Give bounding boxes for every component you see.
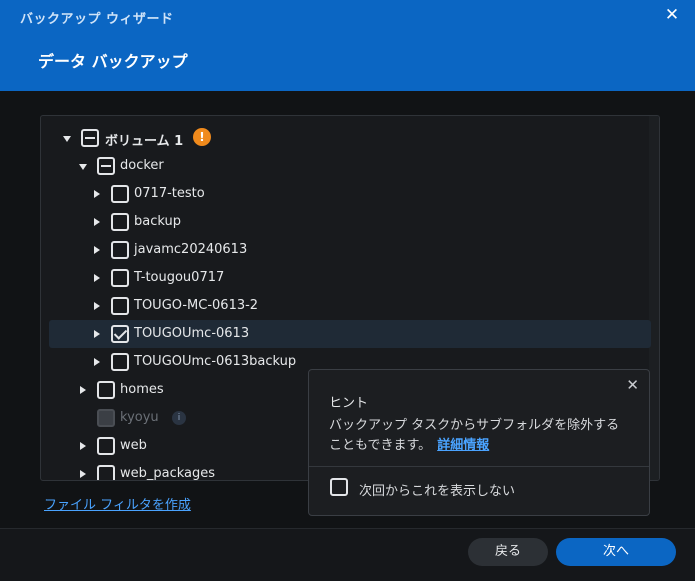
docker-label: docker xyxy=(120,158,164,173)
tree-row-selected[interactable]: TOUGOUmc-0613 xyxy=(49,320,651,348)
hint-body: バックアップ タスクからサブフォルダを除外することもできます。 詳細情報 xyxy=(329,416,629,456)
tree-row[interactable]: T-tougou0717 xyxy=(49,264,651,292)
folder-label: 0717-testo xyxy=(134,186,205,201)
folder-checkbox[interactable] xyxy=(111,269,129,287)
kyoyu-label: kyoyu xyxy=(120,410,159,425)
chevron-right-icon[interactable] xyxy=(80,470,86,478)
chevron-right-icon[interactable] xyxy=(94,218,100,226)
hint-title: ヒント xyxy=(329,396,369,411)
chevron-right-icon[interactable] xyxy=(94,274,100,282)
chevron-down-icon[interactable] xyxy=(79,164,87,170)
tree-row[interactable]: javamc20240613 xyxy=(49,236,651,264)
tree-row-volume[interactable]: ボリューム 1 ! xyxy=(49,124,651,152)
dont-show-again-checkbox[interactable] xyxy=(330,478,348,496)
tree-row[interactable]: TOUGO-MC-0613-2 xyxy=(49,292,651,320)
tree-row-docker[interactable]: docker xyxy=(49,152,651,180)
chevron-right-icon[interactable] xyxy=(94,330,100,338)
wizard-header: バックアップ ウィザード ✕ データ バックアップ xyxy=(0,0,695,91)
kyoyu-checkbox-disabled xyxy=(97,409,115,427)
docker-checkbox[interactable] xyxy=(97,157,115,175)
web-label: web xyxy=(120,438,147,453)
folder-label: T-tougou0717 xyxy=(134,270,225,285)
folder-checkbox-checked[interactable] xyxy=(111,325,129,343)
folder-checkbox[interactable] xyxy=(111,185,129,203)
folder-label: backup xyxy=(134,214,181,229)
tree-row[interactable]: 0717-testo xyxy=(49,180,651,208)
volume-checkbox[interactable] xyxy=(81,129,99,147)
create-file-filter-link[interactable]: ファイル フィルタを作成 xyxy=(44,494,191,513)
close-icon[interactable]: ✕ xyxy=(663,6,681,24)
web-packages-label: web_packages xyxy=(120,466,216,481)
dont-show-again-label: 次回からこれを表示しない xyxy=(359,484,516,499)
back-button[interactable]: 戻る xyxy=(468,538,548,566)
folder-checkbox[interactable] xyxy=(111,297,129,315)
chevron-right-icon[interactable] xyxy=(94,190,100,198)
folder-checkbox[interactable] xyxy=(111,353,129,371)
folder-label: TOUGOUmc-0613backup xyxy=(134,354,297,369)
web-checkbox[interactable] xyxy=(97,437,115,455)
folder-checkbox[interactable] xyxy=(111,241,129,259)
chevron-down-icon[interactable] xyxy=(63,136,71,142)
close-icon[interactable]: ✕ xyxy=(626,376,639,394)
chevron-right-icon[interactable] xyxy=(80,386,86,394)
chevron-right-icon[interactable] xyxy=(94,302,100,310)
divider xyxy=(309,466,649,467)
web-packages-checkbox[interactable] xyxy=(97,465,115,480)
hint-popover: ✕ ヒント バックアップ タスクからサブフォルダを除外することもできます。 詳細情… xyxy=(308,369,650,516)
page-title: データ バックアップ xyxy=(38,52,188,71)
wizard-title: バックアップ ウィザード xyxy=(20,12,174,27)
chevron-right-icon[interactable] xyxy=(80,442,86,450)
learn-more-link[interactable]: 詳細情報 xyxy=(437,438,489,453)
wizard-footer: 戻る 次へ xyxy=(0,528,695,581)
homes-checkbox[interactable] xyxy=(97,381,115,399)
folder-label: TOUGO-MC-0613-2 xyxy=(134,298,259,313)
chevron-right-icon[interactable] xyxy=(94,246,100,254)
next-button[interactable]: 次へ xyxy=(556,538,676,566)
tree-row[interactable]: backup xyxy=(49,208,651,236)
chevron-right-icon[interactable] xyxy=(94,358,100,366)
warning-icon[interactable]: ! xyxy=(193,128,211,146)
info-icon[interactable]: i xyxy=(172,411,186,425)
folder-checkbox[interactable] xyxy=(111,213,129,231)
folder-label: TOUGOUmc-0613 xyxy=(134,326,250,341)
homes-label: homes xyxy=(120,382,164,397)
folder-label: javamc20240613 xyxy=(134,242,248,257)
volume-label: ボリューム 1 xyxy=(105,134,184,149)
